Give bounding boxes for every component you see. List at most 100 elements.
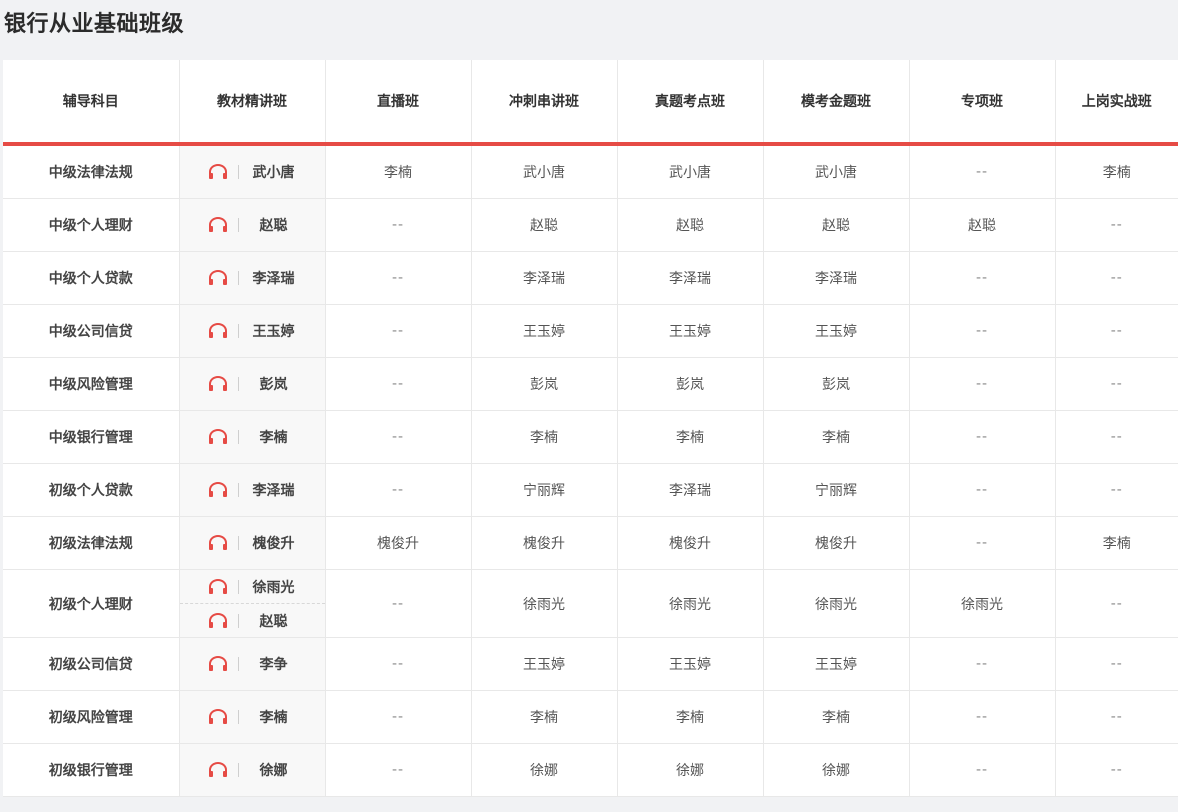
column-header: 直播班 xyxy=(325,60,472,146)
teacher-cell: -- xyxy=(325,357,472,411)
headphones-icon[interactable] xyxy=(208,656,228,672)
textbook-teacher-cell: 赵聪 xyxy=(179,198,326,252)
table-body: 中级法律法规 武小唐 李楠 武小唐 武小唐 武小唐 -- 李楠 中级个人理财 赵聪 -- 赵聪 赵聪 赵聪… xyxy=(3,144,1178,797)
teacher-name[interactable]: 李楠 xyxy=(251,707,297,727)
subject-cell: 中级风险管理 xyxy=(3,357,180,411)
textbook-teacher-cell: 李泽瑞 xyxy=(179,463,326,517)
table-row: 中级公司信贷 王玉婷 -- 王玉婷 王玉婷 王玉婷 -- -- xyxy=(3,304,1178,358)
teacher-audio-link[interactable]: 徐娜 xyxy=(180,744,325,796)
separator xyxy=(237,218,239,232)
teacher-cell: -- xyxy=(1055,690,1178,744)
separator xyxy=(237,763,239,777)
table-row: 初级风险管理 李楠 -- 李楠 李楠 李楠 -- -- xyxy=(3,690,1178,744)
teacher-cell: 赵聪 xyxy=(909,198,1056,252)
subject-cell: 初级个人理财 xyxy=(3,569,180,638)
textbook-teacher-cell: 徐娜 xyxy=(179,743,326,797)
teacher-cell: -- xyxy=(909,637,1056,691)
table-header-row: 辅导科目 教材精讲班 直播班 冲刺串讲班 真题考点班 模考金题班 专项班 上岗实战班 xyxy=(3,60,1178,146)
teacher-cell: 彭岚 xyxy=(763,357,910,411)
teacher-cell: -- xyxy=(1055,198,1178,252)
teacher-cell: -- xyxy=(909,357,1056,411)
subject-cell: 初级银行管理 xyxy=(3,743,180,797)
teacher-cell: 槐俊升 xyxy=(617,516,764,570)
table-row: 初级法律法规 槐俊升 槐俊升 槐俊升 槐俊升 槐俊升 -- 李楠 xyxy=(3,516,1178,570)
textbook-teacher-cell: 武小唐 xyxy=(179,144,326,199)
teacher-audio-link[interactable]: 李泽瑞 xyxy=(180,464,325,516)
headphones-icon[interactable] xyxy=(208,376,228,392)
teacher-name[interactable]: 王玉婷 xyxy=(251,321,297,341)
teacher-audio-link[interactable]: 槐俊升 xyxy=(180,517,325,569)
teacher-cell: 李楠 xyxy=(617,410,764,464)
teacher-cell: -- xyxy=(325,463,472,517)
table-row: 初级个人理财 徐雨光 赵聪 -- 徐雨光 徐雨光 徐雨光 徐雨光 -- xyxy=(3,569,1178,638)
table-row: 中级法律法规 武小唐 李楠 武小唐 武小唐 武小唐 -- 李楠 xyxy=(3,144,1178,199)
teacher-name[interactable]: 槐俊升 xyxy=(251,533,297,553)
teacher-cell: 李泽瑞 xyxy=(617,251,764,305)
column-header: 专项班 xyxy=(909,60,1056,146)
teacher-cell: -- xyxy=(909,463,1056,517)
teacher-audio-link[interactable]: 赵聪 xyxy=(180,199,325,251)
teacher-name[interactable]: 赵聪 xyxy=(251,215,297,235)
teacher-cell: -- xyxy=(1055,569,1178,638)
teacher-cell: 槐俊升 xyxy=(325,516,472,570)
teacher-cell: 李泽瑞 xyxy=(471,251,618,305)
textbook-teacher-cell: 李争 xyxy=(179,637,326,691)
teacher-name[interactable]: 赵聪 xyxy=(251,611,297,631)
teacher-name[interactable]: 李泽瑞 xyxy=(251,480,297,500)
teacher-audio-link[interactable]: 赵聪 xyxy=(179,603,325,637)
teacher-cell: -- xyxy=(1055,463,1178,517)
table-row: 初级公司信贷 李争 -- 王玉婷 王玉婷 王玉婷 -- -- xyxy=(3,637,1178,691)
separator xyxy=(237,271,239,285)
separator xyxy=(237,483,239,497)
teacher-cell: 李楠 xyxy=(471,690,618,744)
teacher-cell: 李楠 xyxy=(763,410,910,464)
teacher-cell: -- xyxy=(1055,251,1178,305)
teacher-cell: 徐雨光 xyxy=(763,569,910,638)
teacher-cell: 徐娜 xyxy=(763,743,910,797)
teacher-cell: -- xyxy=(909,410,1056,464)
headphones-icon[interactable] xyxy=(208,217,228,233)
separator xyxy=(237,657,239,671)
teacher-audio-link[interactable]: 李泽瑞 xyxy=(180,252,325,304)
headphones-icon[interactable] xyxy=(208,578,228,595)
teacher-cell: -- xyxy=(325,637,472,691)
teacher-name[interactable]: 徐雨光 xyxy=(251,577,297,597)
teacher-cell: 李楠 xyxy=(763,690,910,744)
teacher-cell: 李楠 xyxy=(1055,516,1178,570)
teacher-audio-link[interactable]: 李争 xyxy=(180,638,325,690)
teacher-name[interactable]: 李楠 xyxy=(251,427,297,447)
teacher-audio-link[interactable]: 武小唐 xyxy=(180,146,325,198)
headphones-icon[interactable] xyxy=(208,270,228,286)
headphones-icon[interactable] xyxy=(208,709,228,725)
teacher-name[interactable]: 彭岚 xyxy=(251,374,297,394)
teacher-audio-link[interactable]: 李楠 xyxy=(180,411,325,463)
teacher-name[interactable]: 武小唐 xyxy=(251,162,297,182)
teacher-cell: 赵聪 xyxy=(763,198,910,252)
teacher-audio-link[interactable]: 徐雨光 xyxy=(180,570,325,603)
teacher-cell: -- xyxy=(909,516,1056,570)
course-table-container: 辅导科目 教材精讲班 直播班 冲刺串讲班 真题考点班 模考金题班 专项班 上岗实战班 中级法律… xyxy=(3,60,1178,797)
headphones-icon[interactable] xyxy=(208,762,228,778)
subject-cell: 初级个人贷款 xyxy=(3,463,180,517)
headphones-icon[interactable] xyxy=(208,323,228,339)
headphones-icon[interactable] xyxy=(208,164,228,180)
headphones-icon[interactable] xyxy=(208,535,228,551)
subject-cell: 初级风险管理 xyxy=(3,690,180,744)
teacher-name[interactable]: 李争 xyxy=(251,654,297,674)
teacher-cell: -- xyxy=(325,251,472,305)
teacher-cell: 武小唐 xyxy=(471,144,618,199)
headphones-icon[interactable] xyxy=(208,429,228,445)
course-table: 辅导科目 教材精讲班 直播班 冲刺串讲班 真题考点班 模考金题班 专项班 上岗实战班 中级法律… xyxy=(3,60,1178,797)
headphones-icon[interactable] xyxy=(208,482,228,498)
teacher-name[interactable]: 李泽瑞 xyxy=(251,268,297,288)
separator xyxy=(237,165,239,179)
teacher-name[interactable]: 徐娜 xyxy=(251,760,297,780)
teacher-audio-link[interactable]: 彭岚 xyxy=(180,358,325,410)
teacher-cell: -- xyxy=(909,690,1056,744)
teacher-cell: 李楠 xyxy=(325,144,472,199)
teacher-audio-link[interactable]: 王玉婷 xyxy=(180,305,325,357)
teacher-cell: 王玉婷 xyxy=(617,637,764,691)
teacher-cell: -- xyxy=(909,304,1056,358)
headphones-icon[interactable] xyxy=(208,612,228,629)
teacher-audio-link[interactable]: 李楠 xyxy=(180,691,325,743)
